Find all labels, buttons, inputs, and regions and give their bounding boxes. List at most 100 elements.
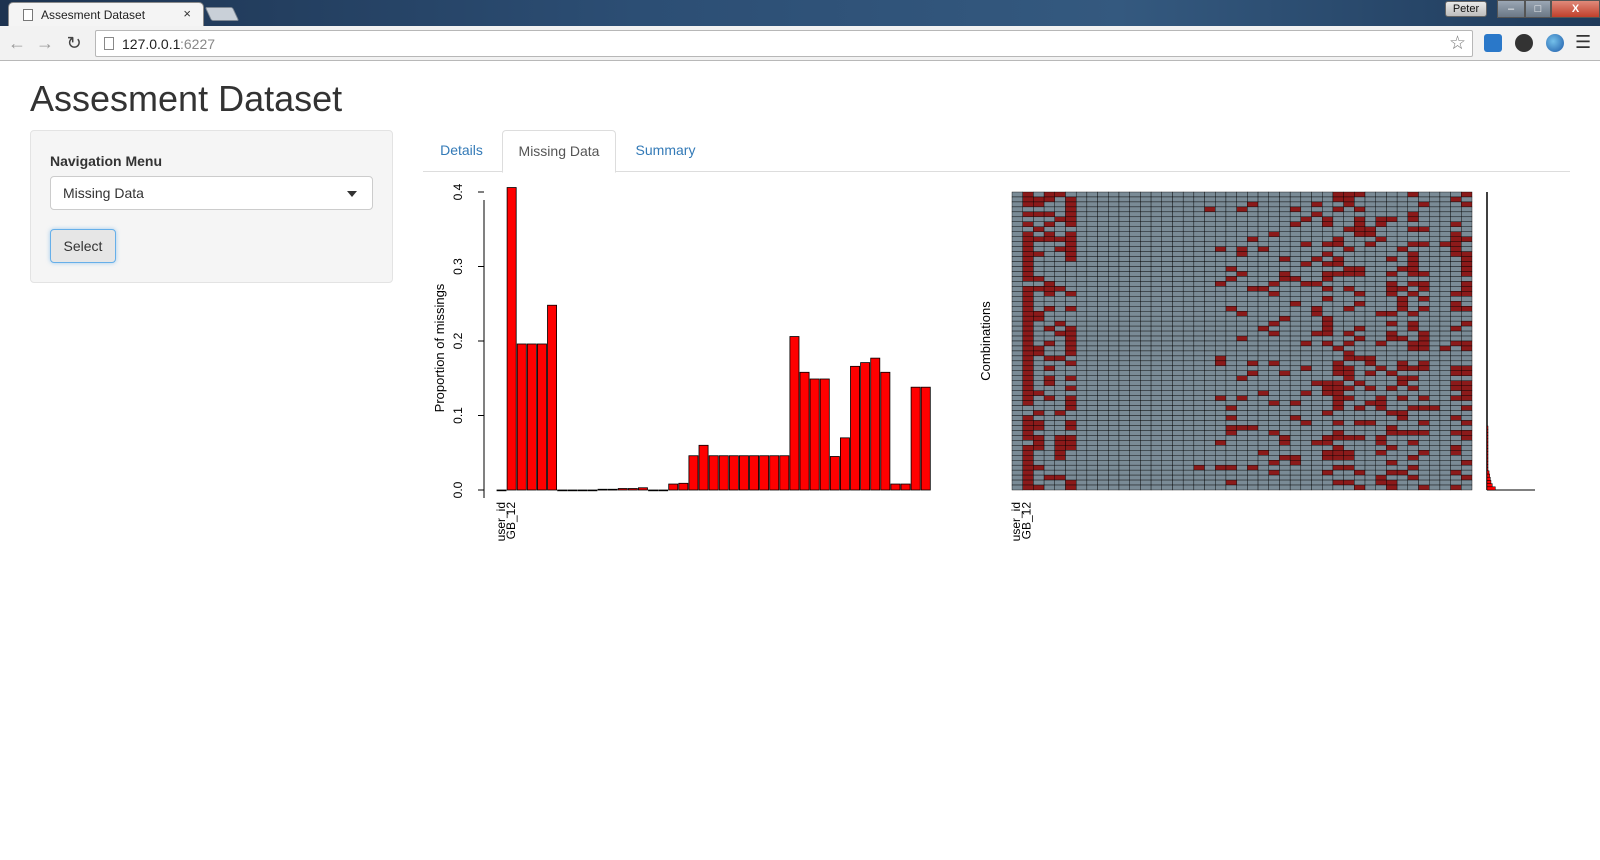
matrix-cell [1182,271,1195,277]
matrix-cell [1118,281,1130,287]
matrix-cell [1161,464,1173,471]
reload-icon[interactable]: ↻ [63,32,85,54]
matrix-cell [1439,236,1451,242]
matrix-cell [1396,469,1409,476]
matrix-cell [1172,415,1184,421]
matrix-cell [1033,266,1045,272]
matrix-cell [1150,400,1162,406]
matrix-cell [1182,420,1195,426]
matrix-cell [1011,301,1023,307]
matrix-cell [1311,350,1323,357]
matrix-cell [1386,201,1398,208]
matrix-cell [1204,335,1216,342]
matrix-cell [1343,430,1355,436]
matrix-cell [1407,291,1419,297]
matrix-cell [1033,445,1045,451]
matrix-cell [1140,206,1152,213]
matrix-cell [1354,221,1366,227]
matrix-cell [1182,390,1195,396]
matrix-cell [1118,440,1130,446]
matrix-cell [1043,310,1055,317]
tab-missing-data[interactable]: Missing Data [502,130,616,173]
matrix-cell [1375,340,1387,347]
matrix-cell [1140,484,1152,491]
matrix-cell [1257,241,1269,247]
matrix-cell [1322,291,1334,297]
matrix-cell [1161,335,1173,342]
matrix-cell [1247,286,1259,292]
extension-icon[interactable] [1484,34,1502,52]
matrix-cell [1407,430,1419,436]
matrix-cell [1097,365,1109,371]
menu-icon[interactable]: ☰ [1575,32,1591,53]
matrix-cell [1247,266,1259,272]
matrix-cell [1033,464,1045,471]
matrix-cell [1289,211,1302,218]
matrix-cell [1140,335,1152,342]
profile-button[interactable]: Peter [1445,1,1487,17]
forward-icon[interactable]: → [34,32,56,54]
matrix-cell [1247,241,1259,247]
globe-icon[interactable] [1546,34,1564,52]
matrix-cell [1279,370,1291,376]
matrix-cell [1236,261,1248,267]
history-icon[interactable] [1515,34,1533,52]
matrix-cell [1418,191,1430,198]
back-icon[interactable]: ← [6,32,28,54]
matrix-cell [1268,251,1280,257]
address-bar[interactable]: 127.0.0.1 :6227 ☆ [95,30,1473,57]
matrix-cell [1375,306,1387,312]
matrix-cell [1450,291,1462,297]
close-tab-icon[interactable]: × [183,6,191,21]
select-button[interactable]: Select [50,229,116,263]
matrix-cell [1247,256,1259,262]
matrix-cell [1364,450,1376,456]
matrix-cell [1182,206,1195,213]
matrix-cell [1172,455,1184,461]
bar [496,489,507,492]
matrix-cell [1289,425,1302,431]
matrix-cell [1118,345,1130,352]
minimize-button[interactable]: – [1497,0,1525,18]
matrix-cell [1332,420,1344,426]
bookmark-star-icon[interactable]: ☆ [1449,32,1466,55]
matrix-cell [1311,310,1323,317]
matrix-cell [1311,484,1323,491]
matrix-cell [1150,241,1162,247]
matrix-cell [1065,231,1077,237]
matrix-cell [1268,425,1280,431]
matrix-cell [1022,425,1034,431]
matrix-cell [1161,291,1173,297]
new-tab-button[interactable] [204,7,240,21]
matrix-cell [1332,236,1344,242]
navigation-select[interactable]: Missing Data [50,176,373,210]
matrix-cell [1086,435,1098,441]
matrix-cell [1022,450,1034,456]
matrix-cell [1011,400,1023,406]
matrix-cell [1225,350,1237,357]
matrix-cell [1257,400,1269,406]
tab-summary[interactable]: Summary [618,130,713,172]
matrix-cell [1108,301,1120,307]
matrix-cell [1257,425,1269,431]
matrix-cell [1065,445,1077,451]
matrix-cell [1257,231,1269,237]
browser-tab[interactable]: Assesment Dataset × [8,2,204,26]
matrix-cell [1193,430,1205,436]
matrix-cell [1033,320,1045,327]
matrix-cell [1097,246,1109,252]
maximize-button[interactable]: □ [1525,0,1551,18]
tab-details[interactable]: Details [423,130,500,172]
matrix-cell [1364,236,1376,242]
matrix-cell [1161,236,1173,242]
matrix-cell [1033,226,1045,232]
matrix-cell [1407,236,1419,242]
matrix-cell [1075,301,1088,307]
matrix-cell [1461,425,1473,431]
matrix-cell [1215,320,1227,327]
matrix-cell [1140,469,1152,476]
close-window-button[interactable]: X [1551,0,1600,18]
matrix-cell [1322,310,1334,317]
frequency-bars [1486,192,1535,491]
matrix-cell [1075,261,1088,267]
